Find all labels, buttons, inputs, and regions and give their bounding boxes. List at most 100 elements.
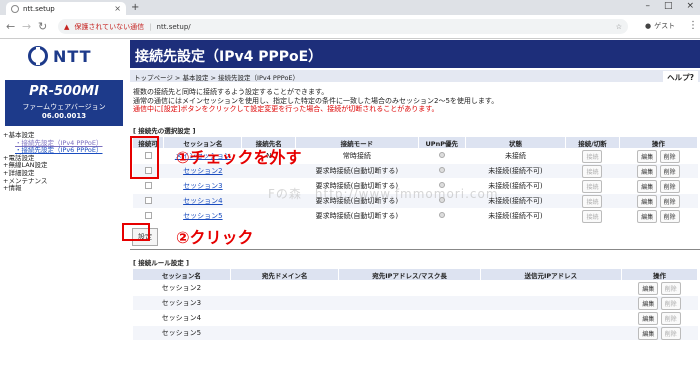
connect-mode: 要求時接続(自動切断する) [295, 208, 419, 224]
watermark: Fの森 http://www.fmmomori.com [268, 187, 499, 201]
session-name: セッション5 [132, 325, 231, 341]
upnp-cell [418, 148, 466, 164]
session-link[interactable]: セッション3 [183, 182, 222, 190]
brand-text: NTT [53, 46, 92, 66]
reload-icon[interactable]: ↻ [38, 20, 47, 33]
edit-button[interactable]: 編集 [637, 194, 658, 208]
column-header: 送信元IPアドレス [479, 268, 622, 281]
delete-button[interactable]: 削除 [659, 194, 680, 208]
session-link[interactable]: セッション4 [183, 197, 222, 205]
back-icon[interactable]: ← [6, 20, 15, 33]
upnp-radio[interactable] [438, 152, 445, 158]
connect-button[interactable]: 接続 [582, 164, 603, 178]
enable-cell [132, 208, 164, 224]
edit-button[interactable]: 編集 [638, 311, 659, 325]
maximize-icon[interactable]: □ [664, 1, 673, 11]
rule-cell [338, 310, 481, 326]
rule-cell [230, 295, 339, 311]
connect-button[interactable]: 接続 [582, 194, 603, 208]
annotation-step2: ②クリック [176, 228, 254, 247]
browser-tab[interactable]: ntt.setup × [6, 2, 126, 15]
delete-button[interactable]: 削除 [660, 281, 681, 295]
help-link[interactable]: ヘルプ? [663, 71, 698, 84]
firmware-label: ファームウェアバージョン [22, 103, 106, 111]
column-header: 宛先IPアドレス/マスク長 [338, 268, 481, 281]
column-header: 接続モード [295, 136, 419, 149]
delete-button[interactable]: 削除 [660, 296, 681, 310]
star-icon[interactable]: ☆ [616, 23, 622, 31]
delete-button[interactable]: 削除 [659, 149, 680, 163]
edit-button[interactable]: 編集 [637, 149, 658, 163]
security-label: 保護されていない通信 [74, 22, 145, 31]
connect-mode: 常時接続 [295, 148, 419, 164]
window-controls: – □ × [645, 1, 694, 11]
ops-cell: 編集 削除 [619, 208, 698, 224]
account-label: ゲスト [654, 22, 676, 30]
upnp-radio[interactable] [438, 212, 445, 218]
ops-cell: 編集 削除 [619, 148, 698, 164]
column-header: 宛先ドメイン名 [229, 268, 340, 281]
nav-tree: +基本設定 ・接続先設定（IPv4 PPPoE） ・接続先設定（IPv6 PPPoE… [3, 131, 103, 193]
upnp-cell [418, 163, 466, 179]
delete-button[interactable]: 削除 [660, 311, 681, 325]
edit-button[interactable]: 編集 [638, 281, 659, 295]
rule-cell [230, 280, 339, 296]
account-button[interactable]: ● ゲスト [645, 21, 675, 31]
close-tab-icon[interactable]: × [114, 4, 121, 13]
edit-button[interactable]: 編集 [637, 209, 658, 223]
menu-icon[interactable]: ⋮ [688, 20, 698, 31]
url-field[interactable]: ▲ 保護されていない通信 | ntt.setup/ ☆ [58, 19, 628, 34]
delete-button[interactable]: 削除 [659, 179, 680, 193]
column-header: 操作 [620, 268, 699, 281]
ops-cell: 編集 削除 [619, 193, 698, 209]
session-name-cell: セッション5 [163, 208, 242, 224]
rule-cell [338, 325, 481, 341]
rule-cell [480, 310, 622, 326]
edit-button[interactable]: 編集 [637, 179, 658, 193]
sidebar: NTT PR-500MI ファームウェアバージョン 06.00.0013 +基本… [0, 40, 128, 372]
delete-button[interactable]: 削除 [659, 209, 680, 223]
edit-button[interactable]: 編集 [638, 296, 659, 310]
warning-icon: ▲ [64, 22, 70, 31]
enable-checkbox[interactable] [144, 196, 152, 204]
annotation-box-checkbox [130, 136, 159, 179]
table-row: セッション2 編集 削除 [132, 280, 698, 296]
connect-button[interactable]: 接続 [582, 209, 603, 223]
minimize-icon[interactable]: – [645, 1, 650, 11]
new-tab-icon[interactable]: + [131, 2, 139, 13]
connect-button[interactable]: 接続 [582, 179, 603, 193]
annotation-box-set [122, 223, 150, 241]
delete-button[interactable]: 削除 [659, 164, 680, 178]
connect-button[interactable]: 接続 [582, 149, 603, 163]
rule-cell [480, 280, 622, 296]
column-header: 接続/切断 [565, 136, 620, 149]
select-section-title: [ 接続先の選択設定 ] [133, 127, 196, 135]
forward-icon[interactable]: → [22, 20, 31, 33]
page-title: 接続先設定（IPv4 PPPoE） [130, 40, 700, 68]
column-header: UPnP優先 [417, 136, 466, 149]
enable-checkbox[interactable] [144, 211, 152, 219]
edit-button[interactable]: 編集 [637, 164, 658, 178]
rule-cell [338, 295, 481, 311]
description: 複数の接続先と同時に接続するよう設定することができます。 通常の通信にはメインセ… [133, 88, 498, 114]
browser-tabbar: ntt.setup × + – □ × [0, 0, 700, 15]
enable-checkbox[interactable] [144, 181, 152, 189]
rule-cell [230, 310, 339, 326]
connect-cell: 接続 [565, 178, 620, 194]
session-name: セッション3 [132, 295, 231, 311]
connect-cell: 接続 [565, 208, 620, 224]
address-bar: ← → ↻ ▲ 保護されていない通信 | ntt.setup/ ☆ ● ゲスト … [0, 15, 700, 39]
dest-name [241, 208, 296, 224]
session-link[interactable]: セッション2 [183, 167, 222, 175]
status: 未接続 [465, 148, 566, 164]
delete-button[interactable]: 削除 [660, 326, 681, 340]
upnp-radio[interactable] [438, 167, 445, 173]
rule-cell [480, 325, 622, 341]
ops-cell: 編集 削除 [619, 163, 698, 179]
desc-line2: 通常の通信にはメインセッションを使用し、指定した特定の条件に一致した場合のみセッ… [133, 96, 499, 105]
session-link[interactable]: セッション5 [183, 212, 222, 220]
edit-button[interactable]: 編集 [638, 326, 659, 340]
close-window-icon[interactable]: × [686, 1, 694, 11]
desc-line1: 複数の接続先と同時に接続するよう設定することができます。 [133, 88, 329, 96]
nav-tree-item[interactable]: +情報 [3, 185, 103, 193]
